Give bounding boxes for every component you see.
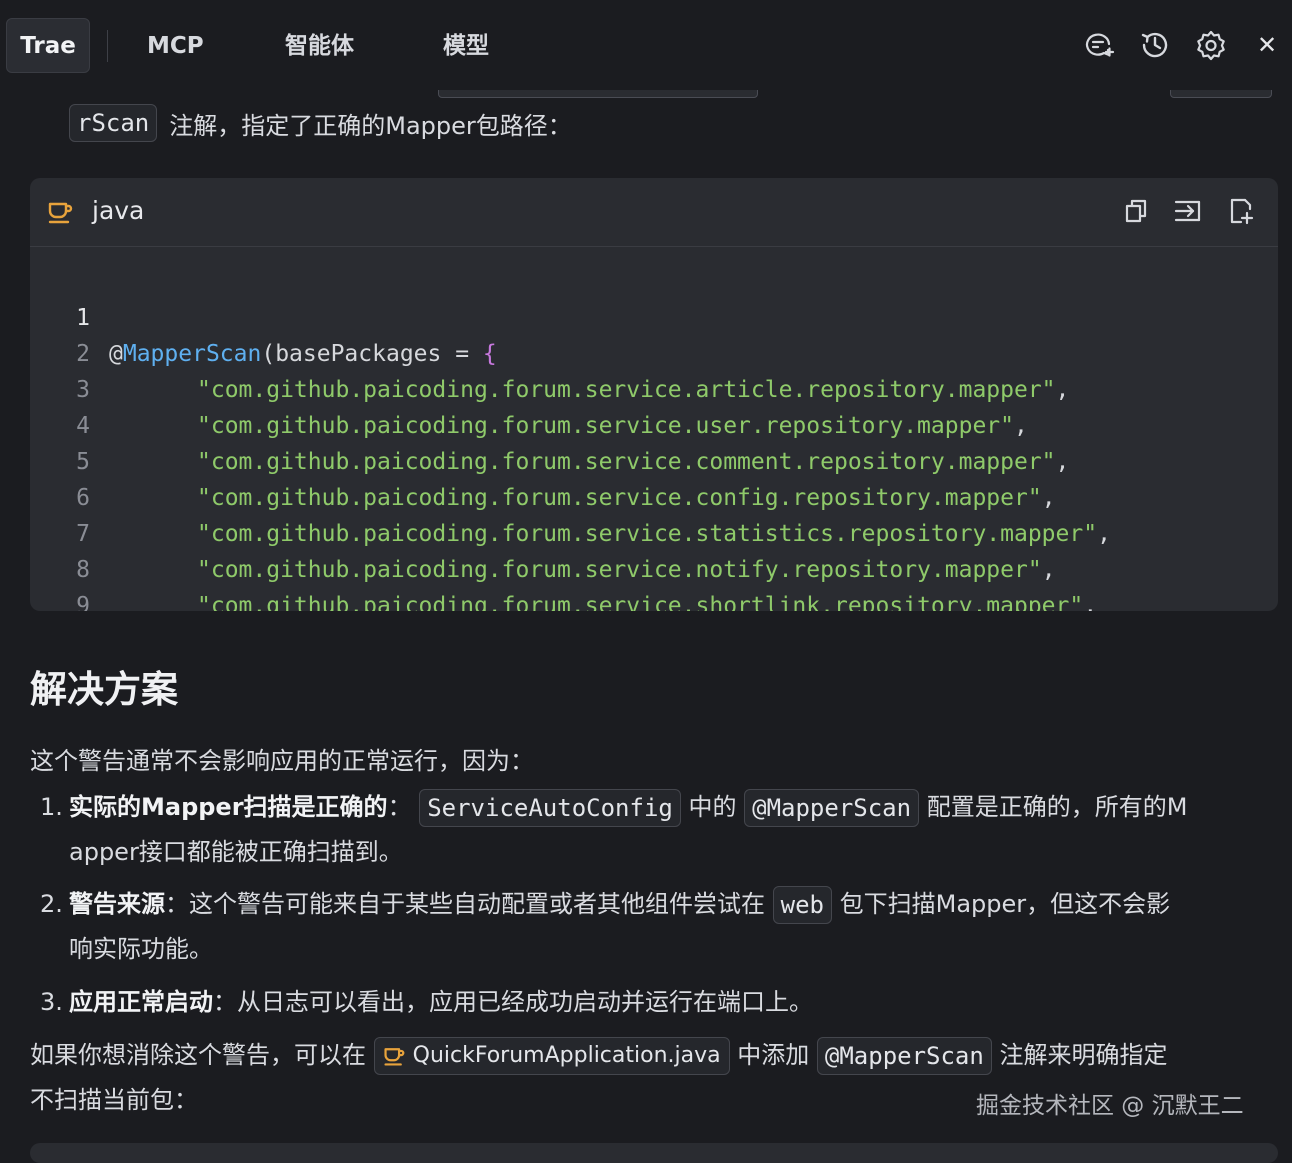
section-heading: 解决方案 [30, 668, 178, 711]
tab-agents[interactable]: 智能体 [285, 26, 354, 66]
close-icon[interactable]: ✕ [1250, 28, 1284, 62]
insert-icon[interactable] [1173, 196, 1203, 226]
top-bar: Trae MCP 智能体 模型 ✕ [0, 0, 1292, 90]
list-item-colon: ： [213, 988, 237, 1016]
list-item-continuation: apper接口都能被正确扫描到。 [69, 838, 403, 866]
java-icon [47, 199, 73, 225]
suggestion-paragraph: 如果你想消除这个警告，可以在 QuickForumApplication.jav… [30, 1037, 1167, 1075]
copy-icon[interactable] [1122, 196, 1152, 226]
history-icon[interactable] [1138, 28, 1172, 62]
list-number: 1. [40, 793, 63, 821]
suggestion-text: 如果你想消除这个警告，可以在 [30, 1041, 366, 1069]
code-line: 9 }) [30, 552, 1278, 611]
code-line: 1 @MapperScan(basePackages = { [30, 264, 1278, 367]
code-line: 6 "com.github.paicoding.forum.service.st… [30, 444, 1278, 547]
code-line: 5 "com.github.paicoding.forum.service.co… [30, 408, 1278, 511]
inline-code-mapperscan: @MapperScan [816, 1037, 992, 1075]
gear-icon[interactable] [1194, 28, 1228, 62]
intro-line: rScan 注解，指定了正确的Mapper包路径： [69, 102, 572, 144]
code-body: 1 @MapperScan(basePackages = { 2 "com.gi… [30, 264, 1278, 611]
suggestion-continuation: 不扫描当前包： [30, 1086, 198, 1114]
code-line: 8 "com.github.paicoding.forum.service.sh… [30, 516, 1278, 611]
list-item-colon: ： [165, 890, 189, 918]
list-item-text: 从日志可以看出，应用已经成功启动并运行在端口上。 [237, 988, 813, 1016]
watermark: 掘金技术社区 @ 沉默王二 [976, 1093, 1244, 1119]
code-language-label: java [92, 196, 145, 225]
next-code-block-edge [30, 1143, 1278, 1163]
file-link[interactable]: QuickForumApplication.java [373, 1037, 730, 1075]
tab-mcp[interactable]: MCP [147, 26, 204, 66]
suggestion-text: 注解来明确指定 [999, 1041, 1168, 1069]
list-item-continuation: 响实际功能。 [69, 935, 213, 963]
list-item: 实际的Mapper扫描是正确的： ServiceAutoConfig 中的 @M… [69, 789, 1187, 827]
code-line: 2 "com.github.paicoding.forum.service.ar… [30, 300, 1278, 403]
code-line: 3 "com.github.paicoding.forum.service.us… [30, 336, 1278, 439]
list-item-title: 警告来源 [69, 890, 165, 918]
list-item: 警告来源：这个警告可能来自于某些自动配置或者其他组件尝试在 web 包下扫描Ma… [69, 886, 1170, 924]
list-number: 3. [40, 988, 63, 1016]
list-item-colon: ： [387, 793, 412, 821]
list-item-text: 这个警告可能来自于某些自动配置或者其他组件尝试在 [189, 890, 765, 918]
list-item-title: 实际的Mapper扫描是正确的 [69, 793, 388, 821]
inline-code-rscan: rScan [69, 104, 158, 142]
list-item: 应用正常启动：从日志可以看出，应用已经成功启动并运行在端口上。 [69, 984, 813, 1020]
inline-code-mapperscan: @MapperScan [744, 789, 920, 827]
apply-icon[interactable] [1226, 196, 1256, 226]
line-number: 9 [76, 593, 90, 611]
inline-code-web: web [772, 886, 832, 924]
suggestion-text: 中添加 [737, 1041, 810, 1069]
tab-models[interactable]: 模型 [443, 26, 489, 66]
list-item-text: 中的 [688, 793, 737, 821]
list-item-text: 配置是正确的，所有的M [926, 793, 1188, 821]
code-block-header: java [30, 178, 1278, 247]
new-chat-icon[interactable] [1082, 28, 1116, 62]
list-number: 2. [40, 890, 63, 918]
intro-text: 注解，指定了正确的Mapper包路径： [169, 111, 572, 140]
list-item-title: 应用正常启动 [69, 988, 213, 1016]
tab-separator [107, 30, 108, 62]
code-line: 4 "com.github.paicoding.forum.service.co… [30, 372, 1278, 475]
code-token: , [1083, 593, 1098, 611]
lead-paragraph: 这个警告通常不会影响应用的正常运行，因为： [30, 747, 534, 775]
code-token-string: "com.github.paicoding.forum.service.shor… [197, 593, 1084, 611]
file-link-label: QuickForumApplication.java [412, 1043, 721, 1068]
code-line: 7 "com.github.paicoding.forum.service.no… [30, 480, 1278, 583]
list-item-text: 包下扫描Mapper，但这不会影 [839, 890, 1171, 918]
tab-trae[interactable]: Trae [6, 18, 90, 73]
code-block: java 1 @MapperScan(basePackages = {2 "c… [30, 178, 1278, 611]
java-icon [384, 1048, 405, 1066]
inline-code-service-autoconfig: ServiceAutoConfig [419, 789, 681, 827]
